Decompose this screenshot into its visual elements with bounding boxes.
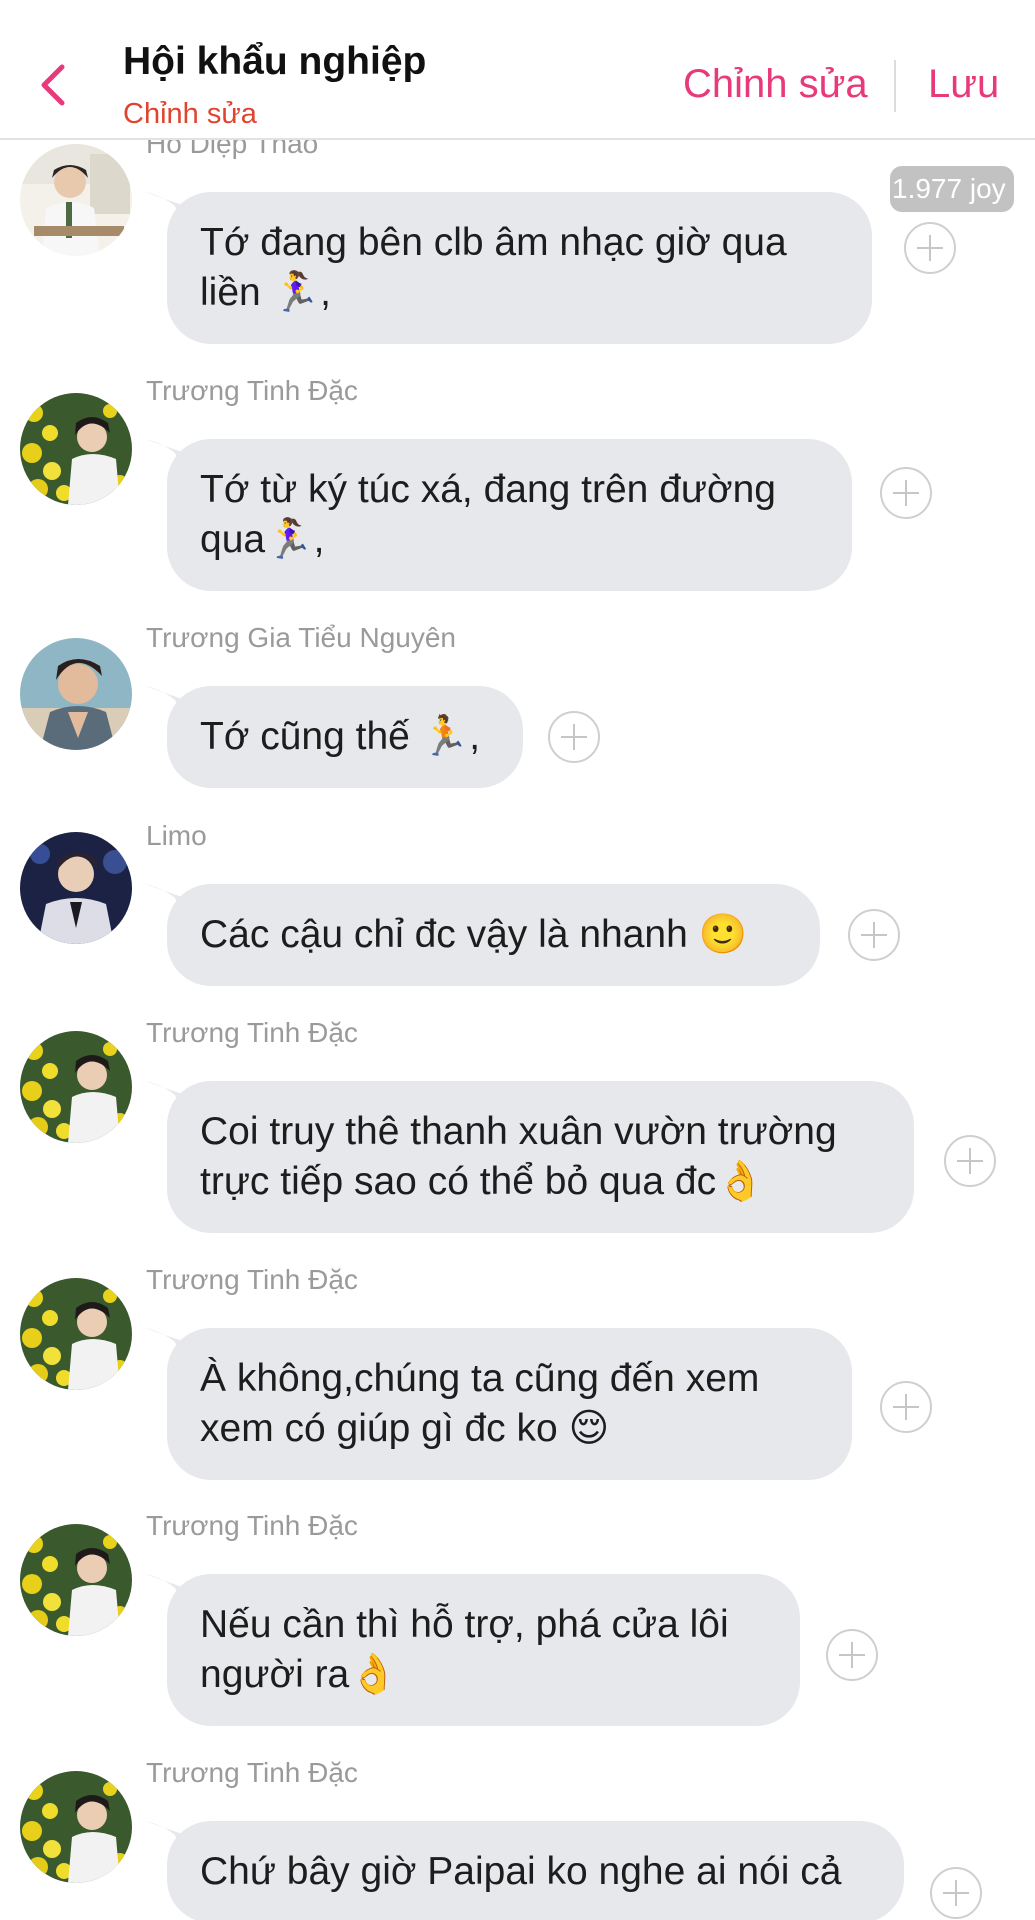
message-text-line: Coi truy thê thanh xuân vườn trường xyxy=(200,1110,837,1153)
message-bubble[interactable]: Nếu cần thì hỗ trợ, phá cửa lôi người ra👌 xyxy=(145,1574,800,1726)
page-subtitle: Chỉnh sửa xyxy=(123,98,257,130)
add-reaction-button[interactable] xyxy=(848,909,900,961)
message-bubble[interactable]: Coi truy thê thanh xuân vườn trường trực … xyxy=(145,1081,914,1233)
sender-name: Limo xyxy=(146,820,207,851)
sender-name: Trương Tinh Đặc xyxy=(146,1264,358,1295)
message-bubble[interactable]: Tớ đang bên clb âm nhạc giờ qua liền 🏃‍♀️… xyxy=(145,192,872,344)
sender-name: Trương Tinh Đặc xyxy=(146,1510,358,1541)
add-reaction-button[interactable] xyxy=(826,1629,878,1681)
sender-name: Trương Tinh Đặc xyxy=(146,1757,358,1788)
add-reaction-button[interactable] xyxy=(880,467,932,519)
add-reaction-button[interactable] xyxy=(880,1381,932,1433)
avatar-truong-tinh-dac[interactable] xyxy=(20,1524,132,1636)
save-button[interactable]: Lưu xyxy=(928,62,999,107)
add-reaction-button[interactable] xyxy=(548,711,600,763)
avatar-truong-tinh-dac[interactable] xyxy=(20,393,132,505)
message-bubble[interactable]: Các cậu chỉ đc vậy là nhanh 🙂 xyxy=(145,884,820,986)
sender-name: Trương Tinh Đặc xyxy=(146,1017,358,1048)
header-bar: Hội khẩu nghiệp Chỉnh sửa Chỉnh sửa Lưu xyxy=(0,0,1035,140)
message-text-line: Nếu cần thì hỗ trợ, phá cửa lôi xyxy=(200,1603,729,1646)
message-text-line: người ra👌 xyxy=(200,1653,398,1696)
message-bubble[interactable]: À không,chúng ta cũng đến xem xem có giúp… xyxy=(145,1328,852,1480)
message-text-line: Chứ bây giờ Paipai ko nghe ai nói cả xyxy=(200,1850,842,1893)
header-divider xyxy=(894,60,896,112)
avatar-truong-gia-tieu-nguyen[interactable] xyxy=(20,638,132,750)
avatar-limo[interactable] xyxy=(20,832,132,944)
add-reaction-button[interactable] xyxy=(930,1867,982,1919)
message-text-line: Các cậu chỉ đc vậy là nhanh 🙂 xyxy=(200,913,748,956)
message-bubble[interactable]: Tớ từ ký túc xá, đang trên đường qua🏃‍♀️, xyxy=(145,439,852,591)
edit-button[interactable]: Chỉnh sửa xyxy=(683,62,868,107)
avatar-truong-tinh-dac[interactable] xyxy=(20,1771,132,1883)
avatar-ho-diep-thao[interactable] xyxy=(20,144,132,256)
back-button[interactable] xyxy=(34,60,74,110)
message-text-line: liền 🏃‍♀️, xyxy=(200,271,331,314)
sender-name: Trương Tinh Đặc xyxy=(146,375,358,406)
avatar-truong-tinh-dac[interactable] xyxy=(20,1031,132,1143)
message-bubble[interactable]: Tớ cũng thế 🏃, xyxy=(145,686,523,788)
avatar-truong-tinh-dac[interactable] xyxy=(20,1278,132,1390)
message-text-line: À không,chúng ta cũng đến xem xyxy=(200,1357,760,1400)
message-text-line: Tớ cũng thế 🏃, xyxy=(200,715,481,758)
message-text-line: trực tiếp sao có thể bỏ qua đc👌 xyxy=(200,1160,765,1203)
add-reaction-button[interactable] xyxy=(904,222,956,274)
chevron-left-icon xyxy=(41,64,65,106)
message-text-line: Tớ từ ký túc xá, đang trên đường xyxy=(200,468,776,511)
message-text-line: qua🏃‍♀️, xyxy=(200,518,325,561)
page-title: Hội khẩu nghiệp xyxy=(123,40,427,83)
add-reaction-button[interactable] xyxy=(944,1135,996,1187)
message-bubble[interactable]: Chứ bây giờ Paipai ko nghe ai nói cả xyxy=(145,1821,904,1920)
chat-screen: Hội khẩu nghiệp Chỉnh sửa Chỉnh sửa Lưu … xyxy=(0,0,1035,1920)
sender-name: Trương Gia Tiểu Nguyên xyxy=(146,622,456,653)
joy-badge: 1.977 joy xyxy=(890,166,1014,212)
message-text-line: xem có giúp gì đc ko 😌 xyxy=(200,1407,610,1450)
message-text-line: Tớ đang bên clb âm nhạc giờ qua xyxy=(200,221,787,264)
